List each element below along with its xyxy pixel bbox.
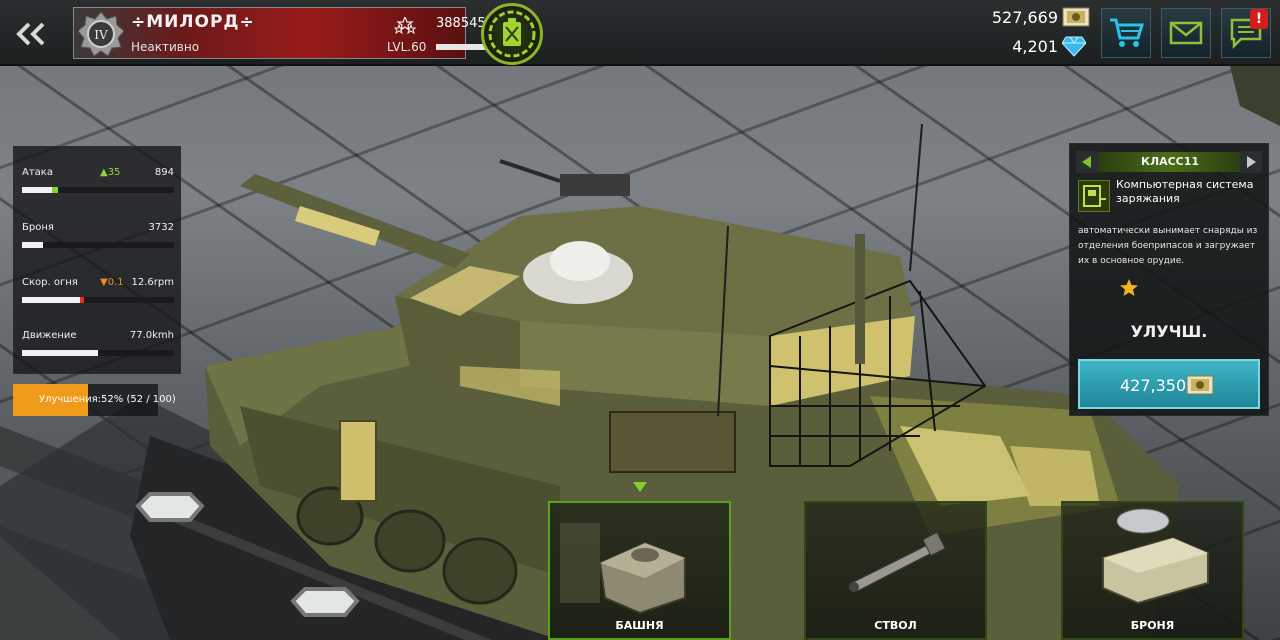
- stat-value: 894: [154, 167, 174, 178]
- module-title: Компьютерная система заряжания: [1116, 178, 1254, 205]
- gold-bar-icon: [1062, 7, 1090, 27]
- stat-bar-change: [79, 297, 85, 303]
- part-barrel[interactable]: СТВОЛ: [804, 501, 987, 640]
- rank-badge: IV: [94, 28, 108, 42]
- tank-stats-panel: Атака ▲35 894 Броня 3732 Скор. огня ▼0.1…: [13, 146, 181, 374]
- player-level: LVL.60: [387, 40, 427, 54]
- stat-bar-fill: [22, 187, 53, 193]
- stat-value: 12.6rpm: [131, 277, 174, 288]
- triangle-left-icon: [1082, 156, 1091, 168]
- shop-button[interactable]: [1101, 8, 1151, 58]
- upgrade-price: 427,350: [1120, 376, 1187, 395]
- part-label: СТВОЛ: [874, 619, 917, 632]
- upgrade-progress: Улучшения:52% (52 / 100): [13, 384, 176, 416]
- turret-icon: [560, 523, 686, 615]
- stat-bar: [22, 187, 174, 193]
- part-armor[interactable]: БРОНЯ: [1061, 501, 1244, 640]
- stat-label: Броня: [22, 222, 54, 233]
- star-icon: [1120, 279, 1138, 296]
- module-class-bar: КЛАСС11: [1098, 152, 1242, 172]
- part-turret[interactable]: БАШНЯ: [548, 501, 731, 640]
- autoloader-icon: [1078, 180, 1110, 212]
- barrel-icon: [849, 531, 946, 592]
- rank-stars-icon: [394, 17, 416, 35]
- part-label: БАШНЯ: [615, 619, 664, 632]
- fuel-button[interactable]: [481, 3, 543, 65]
- prev-module-button[interactable]: [1076, 151, 1098, 173]
- stat-bar: [22, 242, 174, 248]
- notification-badge: !: [1250, 9, 1268, 29]
- stat-label: Скор. огня: [22, 277, 78, 288]
- armor-icon: [1102, 508, 1209, 605]
- selected-part-indicator-icon: [633, 482, 647, 492]
- stat-bar: [22, 297, 174, 303]
- mail-button[interactable]: [1161, 8, 1211, 58]
- upgrade-label: УЛУЧШ.: [1130, 322, 1208, 341]
- jerrycan-icon: [488, 10, 536, 58]
- stat-bar: [22, 350, 174, 356]
- mail-icon: [1169, 21, 1203, 45]
- back-button[interactable]: [8, 14, 58, 54]
- player-status: Неактивно: [131, 40, 200, 54]
- stat-value: 77.0kmh: [129, 330, 174, 341]
- triangle-right-icon: [1247, 156, 1256, 168]
- gems-amount: 4,201: [1012, 37, 1058, 56]
- stat-bar-fill: [22, 350, 98, 356]
- next-module-button[interactable]: [1240, 151, 1262, 173]
- upgrade-progress-text: Улучшения:52% (52 / 100): [39, 394, 176, 405]
- upgrade-buy-button[interactable]: 427,350: [1078, 359, 1260, 409]
- player-name: ÷МИЛОРД÷: [131, 12, 255, 32]
- stat-label: Атака: [22, 167, 53, 178]
- chat-button[interactable]: !: [1221, 8, 1271, 58]
- stat-bar-change: [52, 187, 59, 193]
- module-class-label: КЛАСС11: [1140, 155, 1200, 168]
- stat-delta: ▼0.1: [100, 277, 124, 288]
- cart-icon: [1110, 18, 1144, 47]
- part-label: БРОНЯ: [1130, 619, 1175, 632]
- top-bar: IV ÷МИЛОРД÷ Неактивно LVL.60 388545 🠕 52…: [0, 0, 1280, 66]
- coins-amount: 527,669: [991, 8, 1058, 27]
- stat-label: Движение: [22, 330, 77, 341]
- gold-bar-icon: [1186, 375, 1214, 395]
- rank-emblem-icon: IV: [78, 11, 124, 57]
- stat-bar-fill: [22, 297, 80, 303]
- diamond-icon: [1062, 36, 1086, 57]
- double-chevron-left-icon: [16, 22, 45, 46]
- module-info-panel: КЛАСС11 Компьютерная система заряжания а…: [1069, 143, 1269, 416]
- stat-value: 3732: [148, 222, 174, 233]
- stat-bar-fill: [22, 242, 44, 248]
- module-description: автоматически вынимает снаряды из отделе…: [1078, 226, 1258, 266]
- stat-delta: ▲35: [100, 167, 121, 178]
- player-card[interactable]: IV ÷МИЛОРД÷ Неактивно LVL.60 388545 🠕: [73, 7, 522, 59]
- player-power: 388545: [436, 16, 486, 31]
